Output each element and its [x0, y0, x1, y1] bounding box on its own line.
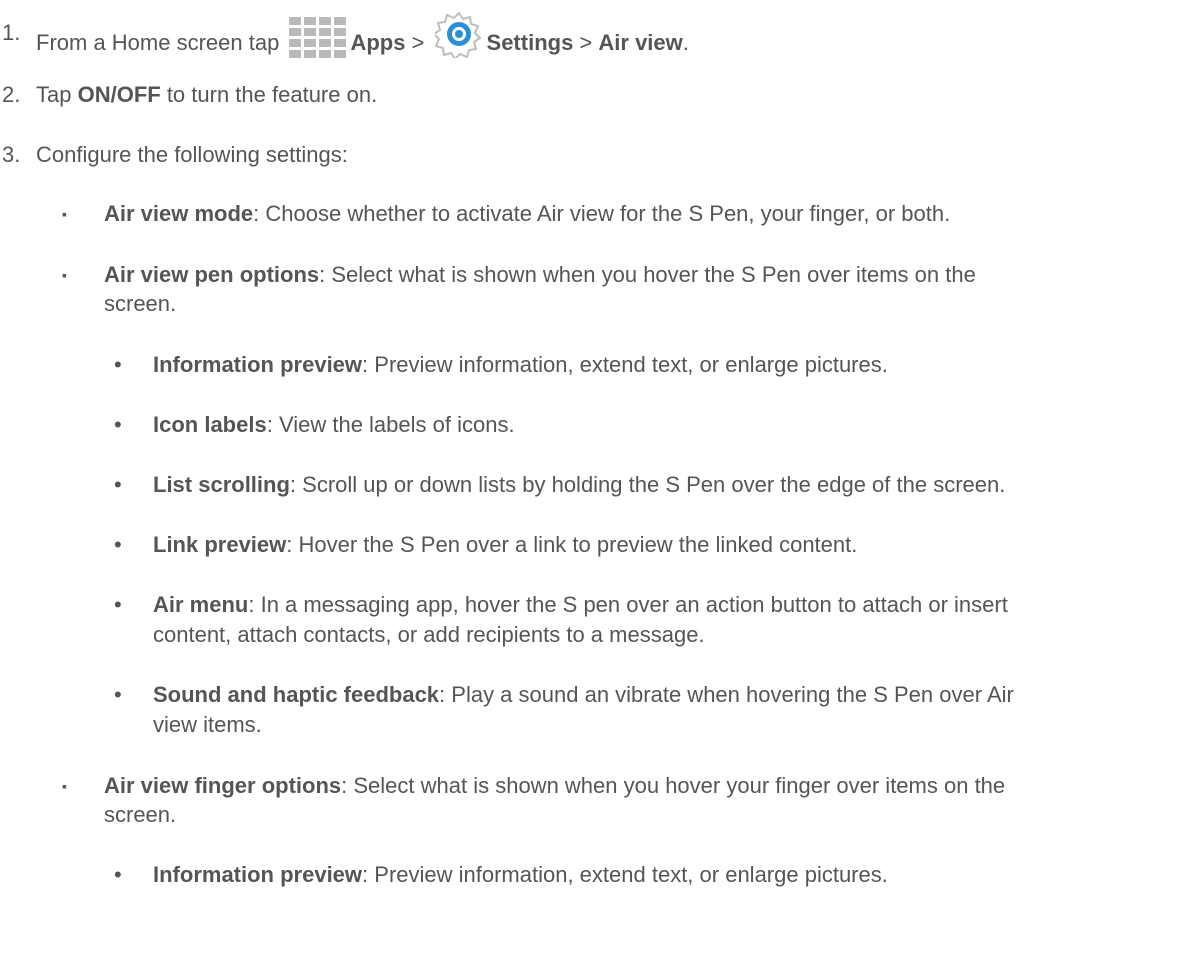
square-bullet-icon: ▪: [62, 778, 67, 794]
step-text: Tap: [36, 82, 78, 107]
dot-bullet-icon: •: [114, 352, 122, 377]
setting-desc-cont: screen.: [104, 291, 177, 316]
dot-bullet-icon: •: [114, 412, 122, 437]
settings-label: Settings: [486, 29, 574, 55]
option-title: Sound and haptic feedback: [153, 682, 440, 707]
setting-desc-cont: screen.: [104, 802, 177, 827]
setting-desc: : Choose whether to activate Air view fo…: [253, 201, 951, 226]
onoff-label: ON/OFF: [77, 82, 161, 107]
setting-desc: : Select what is shown when you hover yo…: [341, 773, 1006, 798]
option-desc: : Preview information, extend text, or e…: [362, 862, 888, 887]
square-bullet-icon: ▪: [62, 206, 67, 222]
apps-label: Apps: [350, 29, 406, 55]
step-text: From a Home screen tap: [36, 29, 286, 55]
step-number: 1.: [2, 20, 21, 45]
option-desc: : Preview information, extend text, or e…: [362, 352, 888, 377]
setting-title: Air view pen options: [104, 262, 320, 287]
option-desc: : Play a sound an vibrate when hovering …: [439, 682, 1014, 707]
option-title: Icon labels: [153, 412, 267, 437]
option-title: Information preview: [153, 352, 363, 377]
period: .: [682, 29, 689, 55]
dot-bullet-icon: •: [114, 472, 122, 497]
separator: >: [573, 29, 599, 55]
setting-title: Air view finger options: [104, 773, 342, 798]
option-desc: : View the labels of icons.: [266, 412, 515, 437]
settings-gear-icon: [434, 11, 482, 58]
option-title: Information preview: [153, 862, 363, 887]
separator: >: [405, 29, 431, 55]
option-desc-cont: view items.: [153, 712, 262, 737]
step-number: 3.: [2, 142, 21, 167]
option-desc: : Hover the S Pen over a link to preview…: [286, 532, 858, 557]
dot-bullet-icon: •: [114, 592, 122, 617]
square-bullet-icon: ▪: [62, 267, 67, 283]
step-text: Configure the following settings:: [36, 142, 348, 167]
option-title: List scrolling: [153, 472, 290, 497]
dot-bullet-icon: •: [114, 682, 122, 707]
setting-desc: : Select what is shown when you hover th…: [319, 262, 976, 287]
option-title: Air menu: [153, 592, 249, 617]
option-title: Link preview: [153, 532, 287, 557]
dot-bullet-icon: •: [114, 532, 122, 557]
step-number: 2.: [2, 82, 21, 107]
step-text: to turn the feature on.: [160, 82, 378, 107]
option-desc-cont: content, attach contacts, or add recipie…: [153, 622, 705, 647]
dot-bullet-icon: •: [114, 862, 122, 887]
airview-label: Air view: [598, 29, 683, 55]
option-desc: : In a messaging app, hover the S pen ov…: [248, 592, 1008, 617]
option-desc: : Scroll up or down lists by holding the…: [289, 472, 1006, 497]
setting-title: Air view mode: [104, 201, 254, 226]
apps-grid-icon: [289, 17, 347, 59]
